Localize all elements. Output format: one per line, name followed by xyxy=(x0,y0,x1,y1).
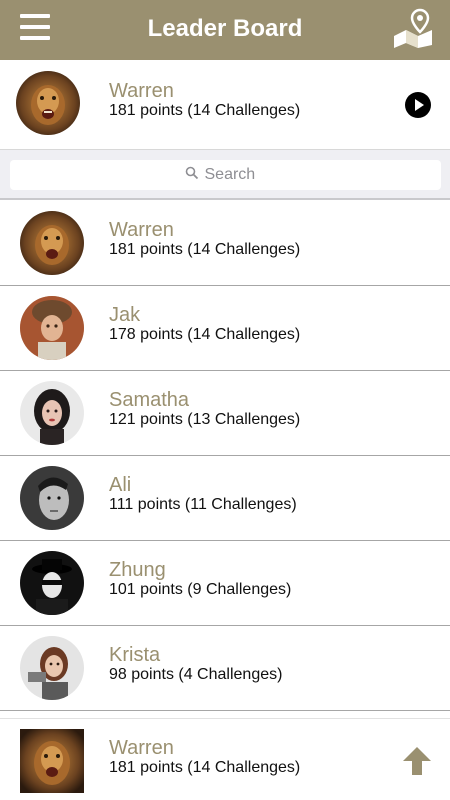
list-item-name: Warren xyxy=(109,219,174,241)
list-item-name: Krista xyxy=(109,644,161,666)
play-icon[interactable] xyxy=(404,91,432,119)
list-item[interactable]: Krista 98 points (4 Challenges) xyxy=(0,626,450,711)
list-item[interactable]: Jak 178 points (14 Challenges) xyxy=(0,286,450,371)
search-icon xyxy=(185,166,199,185)
user-name: Warren xyxy=(109,80,174,102)
header-bar: Leader Board xyxy=(0,0,450,60)
list-item-points: 111 points (11 Challenges) xyxy=(109,496,297,513)
search-field[interactable] xyxy=(10,160,441,190)
search-bar xyxy=(0,150,450,200)
footer-current-user[interactable]: Warren 181 points (14 Challenges) xyxy=(0,718,450,800)
list-item[interactable]: Ali 111 points (11 Challenges) xyxy=(0,456,450,541)
avatar xyxy=(20,636,84,700)
current-user-row[interactable]: Warren 181 points (14 Challenges) xyxy=(0,60,450,150)
avatar xyxy=(16,71,80,135)
list-item-points: 121 points (13 Challenges) xyxy=(109,411,301,428)
list-item-name: Zhung xyxy=(109,559,166,581)
list-item-name: Ali xyxy=(109,474,132,496)
search-input[interactable] xyxy=(204,166,267,184)
arrow-up-icon[interactable] xyxy=(402,746,432,776)
map-pin-icon[interactable] xyxy=(392,8,434,48)
avatar xyxy=(20,211,84,275)
footer-user-name: Warren xyxy=(109,737,174,759)
avatar xyxy=(20,381,84,445)
avatar xyxy=(20,551,84,615)
list-item-points: 101 points (9 Challenges) xyxy=(109,581,292,598)
list-item[interactable]: Warren 181 points (14 Challenges) xyxy=(0,201,450,286)
list-item-points: 181 points (14 Challenges) xyxy=(109,241,301,258)
leaderboard-list: Warren 181 points (14 Challenges) Jak 17… xyxy=(0,201,450,711)
user-points: 181 points (14 Challenges) xyxy=(109,102,301,119)
footer-user-points: 181 points (14 Challenges) xyxy=(109,759,301,776)
list-item-points: 98 points (4 Challenges) xyxy=(109,666,283,683)
avatar xyxy=(20,466,84,530)
list-item[interactable]: Zhung 101 points (9 Challenges) xyxy=(0,541,450,626)
list-item-name: Samatha xyxy=(109,389,190,411)
list-item[interactable]: Samatha 121 points (13 Challenges) xyxy=(0,371,450,456)
avatar xyxy=(20,729,84,793)
page-title: Leader Board xyxy=(147,15,303,42)
avatar xyxy=(20,296,84,360)
list-item-name: Jak xyxy=(109,304,141,326)
list-item-points: 178 points (14 Challenges) xyxy=(109,326,301,343)
